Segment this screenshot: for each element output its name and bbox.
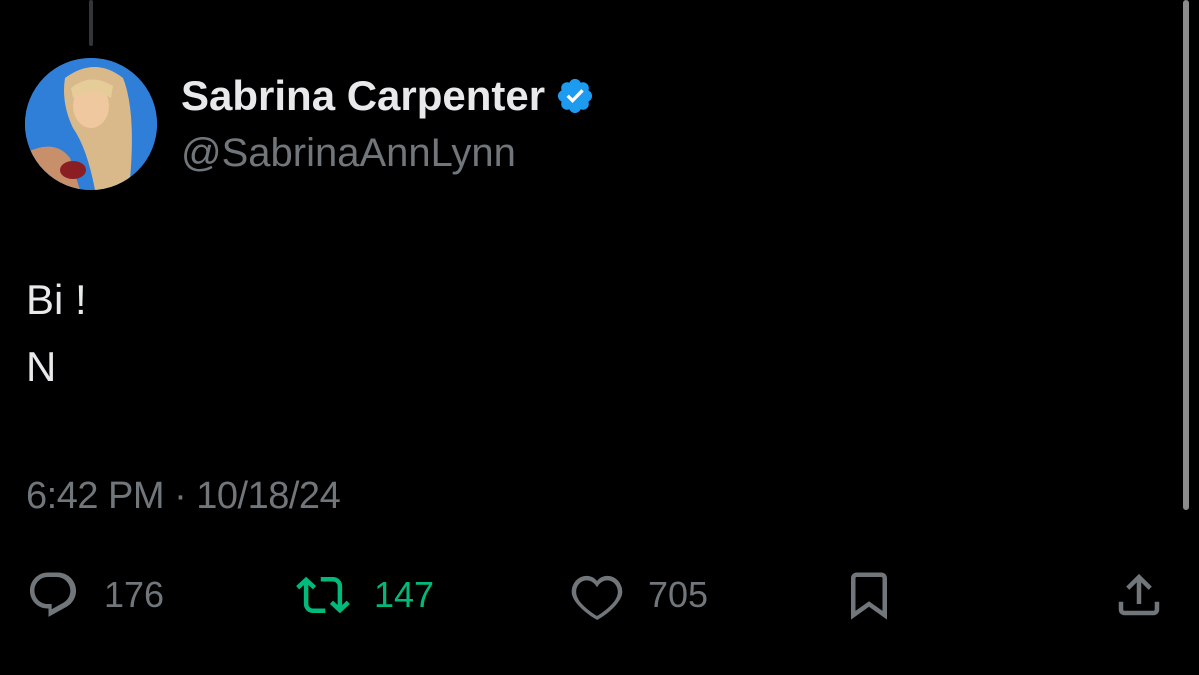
- share-button[interactable]: [1112, 565, 1166, 625]
- scrollbar[interactable]: [1183, 0, 1189, 510]
- display-name-text: Sabrina Carpenter: [181, 72, 546, 119]
- thread-connector-line: [89, 0, 93, 46]
- reply-button[interactable]: 176: [26, 565, 164, 625]
- like-button[interactable]: 705: [570, 565, 708, 625]
- avatar[interactable]: [25, 58, 157, 190]
- avatar-image: [25, 58, 157, 190]
- verified-badge-icon[interactable]: [555, 76, 595, 116]
- retweet-count: 147: [374, 574, 435, 615]
- author-handle[interactable]: @SabrinaAnnLynn: [181, 131, 516, 176]
- bookmark-icon: [851, 572, 887, 620]
- share-icon: [1118, 573, 1160, 616]
- author-display-name[interactable]: Sabrina Carpenter: [181, 72, 595, 120]
- retweet-button[interactable]: 147: [296, 565, 434, 625]
- tweet-text-line-2: N: [26, 343, 57, 390]
- tweet-text-line-1: Bi !: [26, 276, 87, 323]
- heart-icon: [571, 575, 623, 621]
- like-count: 705: [648, 574, 709, 615]
- tweet-timestamp[interactable]: 6:42 PM · 10/18/24: [26, 475, 341, 518]
- retweet-icon: [296, 576, 350, 614]
- reply-count: 176: [104, 574, 165, 615]
- bookmark-button[interactable]: [842, 565, 896, 625]
- reply-icon: [29, 572, 77, 617]
